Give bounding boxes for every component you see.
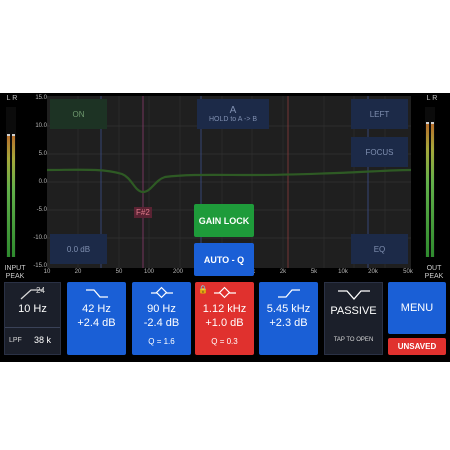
hpf-frequency: 10 Hz xyxy=(18,303,47,315)
peak-filter-icon xyxy=(151,286,173,299)
input-meter-right-bar xyxy=(12,134,15,257)
peak-filter-icon xyxy=(214,286,236,299)
y-label: -5.0 xyxy=(36,207,47,213)
input-meter-channels: L R xyxy=(6,95,18,102)
band-1-frequency: 42 Hz xyxy=(82,303,111,315)
band-2-q: Q = 1.6 xyxy=(148,337,175,346)
x-label: 200 xyxy=(172,269,184,275)
unsaved-button[interactable]: UNSAVED xyxy=(388,338,446,355)
output-meter xyxy=(425,107,435,257)
gain-readout-button[interactable]: 0.0 dB xyxy=(50,234,107,264)
y-label: 10.0 xyxy=(35,123,47,129)
focus-label: FOCUS xyxy=(365,147,394,157)
output-meter-left-bar xyxy=(426,122,429,257)
x-label: 50k xyxy=(403,269,413,275)
menu-button[interactable]: MENU xyxy=(388,282,446,334)
auto-q-button[interactable]: AUTO - Q xyxy=(194,243,254,276)
ab-compare-sub: HOLD to A -> B xyxy=(208,116,258,123)
gain-lock-button[interactable]: GAIN LOCK xyxy=(194,204,254,237)
output-peak-label: PEAK xyxy=(424,273,444,280)
channel-left-label: LEFT xyxy=(369,109,390,119)
x-label: 10 xyxy=(43,269,51,275)
band-2-button[interactable]: 90 Hz -2.4 dB Q = 1.6 xyxy=(132,282,191,355)
eq-curve xyxy=(47,168,411,194)
x-label: 10k xyxy=(338,269,348,275)
hpf-lpf-block[interactable]: 24 10 Hz LPF 38 k xyxy=(4,282,61,355)
lpf-label: LPF xyxy=(9,337,22,344)
band-3-q: Q = 0.3 xyxy=(211,337,238,346)
band-4-button[interactable]: 5.45 kHz +2.3 dB xyxy=(259,282,318,355)
x-label: 20k xyxy=(368,269,378,275)
band-1-button[interactable]: 42 Hz +2.4 dB xyxy=(67,282,126,355)
eq-on-label: ON xyxy=(72,109,85,119)
x-label: 50 xyxy=(115,269,123,275)
x-label: 2k xyxy=(279,269,287,275)
y-label: -10.0 xyxy=(33,235,47,241)
band-3-button[interactable]: 🔒 1.12 kHz +1.0 dB Q = 0.3 xyxy=(195,282,254,355)
band-3-frequency: 1.12 kHz xyxy=(202,303,247,315)
output-meter-right-bar xyxy=(431,122,434,257)
ab-compare-button[interactable]: A HOLD to A -> B xyxy=(197,99,269,129)
band-2-gain: -2.4 dB xyxy=(143,317,180,329)
gain-readout: 0.0 dB xyxy=(66,244,91,254)
input-meter xyxy=(6,107,16,257)
lpf-value: 38 k xyxy=(34,335,52,345)
passive-button[interactable]: PASSIVE TAP TO OPEN xyxy=(324,282,383,355)
input-meter-left-bar xyxy=(7,134,10,257)
ab-compare-label: A xyxy=(229,105,237,116)
unsaved-label: UNSAVED xyxy=(397,342,437,351)
passive-label: PASSIVE xyxy=(330,305,377,317)
auto-q-label: AUTO - Q xyxy=(203,254,245,265)
band-3-gain: +1.0 dB xyxy=(205,317,244,329)
lock-icon: 🔒 xyxy=(198,285,208,294)
input-peak-label: PEAK xyxy=(5,273,25,280)
output-meter-label: OUT xyxy=(426,265,442,272)
focus-button[interactable]: FOCUS xyxy=(351,137,408,167)
band-2-frequency: 90 Hz xyxy=(147,303,176,315)
band-4-gain: +2.3 dB xyxy=(269,317,308,329)
y-label: 5.0 xyxy=(38,151,47,157)
input-meter-label: INPUT xyxy=(4,265,26,272)
eq-screen: L R INPUT PEAK L R OUT PEAK 15.0 10.0 5.… xyxy=(0,93,450,362)
y-label: 0.0 xyxy=(38,179,47,185)
x-label: 20 xyxy=(74,269,82,275)
low-shelf-icon xyxy=(86,289,108,298)
band-4-frequency: 5.45 kHz xyxy=(266,303,311,315)
gain-lock-label: GAIN LOCK xyxy=(198,215,250,226)
hpf-slope: 24 xyxy=(36,286,45,295)
x-label: 100 xyxy=(143,269,155,275)
eq-on-button[interactable]: ON xyxy=(50,99,107,129)
eq-view-button[interactable]: EQ xyxy=(351,234,408,264)
x-label: 5k xyxy=(310,269,318,275)
band-1-gain: +2.4 dB xyxy=(77,317,116,329)
tap-to-open-label: TAP TO OPEN xyxy=(333,337,374,343)
eq-view-label: EQ xyxy=(373,244,386,254)
passive-curve-icon xyxy=(338,290,370,300)
channel-left-button[interactable]: LEFT xyxy=(351,99,408,129)
high-shelf-icon xyxy=(278,289,300,298)
y-label: 15.0 xyxy=(35,95,47,101)
note-marker: F#2 xyxy=(134,207,152,218)
menu-label: MENU xyxy=(400,302,434,314)
output-meter-channels: L R xyxy=(426,95,438,102)
